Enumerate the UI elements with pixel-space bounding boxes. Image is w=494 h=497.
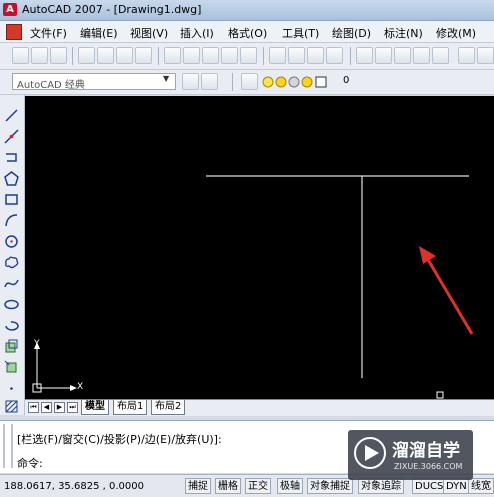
pan-icon[interactable] — [356, 47, 373, 64]
copy-icon[interactable] — [183, 47, 200, 64]
layer-properties-icon[interactable] — [241, 73, 258, 90]
coordinate-readout[interactable]: 188.0617, 35.6825 , 0.0000 — [4, 481, 144, 492]
workspace-toolbar: AutoCAD 经典 ▼ 0 — [0, 70, 494, 95]
status-grid-button[interactable]: 栅格 — [215, 478, 241, 494]
print-preview-icon[interactable] — [97, 47, 114, 64]
status-osnap-button[interactable]: 对象捕捉 — [307, 478, 353, 494]
properties-icon[interactable] — [432, 47, 449, 64]
chevron-down-icon[interactable]: ▼ — [163, 74, 169, 83]
title-bar: A AutoCAD 2007 - [Drawing1.dwg] — [0, 0, 494, 21]
cut-icon[interactable] — [164, 47, 181, 64]
paste-icon[interactable] — [202, 47, 219, 64]
block-editor-icon[interactable] — [240, 47, 257, 64]
revision-cloud-icon[interactable] — [3, 254, 20, 271]
watermark-brand: 溜溜自学 — [392, 441, 460, 461]
autocad-app-icon[interactable]: A — [3, 3, 17, 16]
redo-icon[interactable] — [307, 47, 324, 64]
line-icon[interactable] — [3, 107, 20, 124]
new-file-icon[interactable] — [12, 47, 29, 64]
watermark: 溜溜自学 ZIXUE.3066.COM — [348, 430, 473, 480]
my-workspace-icon[interactable] — [201, 73, 218, 90]
layer-state-icons[interactable] — [262, 75, 342, 89]
status-otrack-button[interactable]: 对象追踪 — [358, 478, 404, 494]
zoom-window-icon[interactable] — [394, 47, 411, 64]
workspace-settings-icon[interactable] — [182, 73, 199, 90]
circle-icon[interactable] — [3, 233, 20, 250]
menu-bar: 文件(F) 编辑(E) 视图(V) 插入(I) 格式(O) 工具(T) 绘图(D… — [0, 21, 494, 43]
design-center-icon[interactable] — [458, 47, 475, 64]
next-tab-icon[interactable]: ▶ — [54, 402, 65, 413]
layout-tab-bar: ⏮ ◀ ▶ ⏭ 模型 布局1 布局2 — [25, 399, 494, 416]
current-layer-name[interactable]: 0 — [343, 75, 349, 86]
drawing-canvas[interactable]: Y X — [25, 96, 494, 399]
open-file-icon[interactable] — [31, 47, 48, 64]
3d-dwf-icon[interactable] — [135, 47, 152, 64]
ucs-icon — [32, 342, 77, 393]
print-icon[interactable] — [78, 47, 95, 64]
menu-draw[interactable]: 绘图(D) — [332, 25, 371, 41]
menu-view[interactable]: 视图(V) — [130, 25, 168, 41]
menu-format[interactable]: 格式(O) — [228, 25, 267, 41]
construction-line-icon[interactable] — [3, 128, 20, 145]
redo-dropdown-icon[interactable] — [326, 47, 343, 64]
undo-icon[interactable] — [269, 47, 286, 64]
make-block-icon[interactable] — [3, 359, 20, 376]
ellipse-arc-icon[interactable] — [3, 317, 20, 334]
zoom-realtime-icon[interactable] — [375, 47, 392, 64]
workspace-select[interactable]: AutoCAD 经典 — [12, 73, 176, 91]
status-lineweight-button[interactable]: 线宽 — [468, 478, 494, 494]
annotation-arrow — [419, 246, 474, 335]
ucs-y-label: Y — [34, 339, 40, 349]
save-icon[interactable] — [50, 47, 67, 64]
window-title: AutoCAD 2007 - [Drawing1.dwg] — [22, 3, 202, 16]
tab-model[interactable]: 模型 — [81, 400, 109, 415]
arc-icon[interactable] — [3, 212, 20, 229]
watermark-url: ZIXUE.3066.COM — [394, 462, 463, 471]
command-window-grip[interactable] — [3, 424, 13, 468]
insert-block-icon[interactable] — [3, 338, 20, 355]
first-tab-icon[interactable]: ⏮ — [28, 402, 39, 413]
prev-tab-icon[interactable]: ◀ — [41, 402, 52, 413]
last-tab-icon[interactable]: ⏭ — [67, 402, 78, 413]
rectangle-icon[interactable] — [3, 191, 20, 208]
draw-toolbar — [0, 95, 25, 415]
zoom-previous-icon[interactable] — [413, 47, 430, 64]
match-properties-icon[interactable] — [221, 47, 238, 64]
tab-layout1[interactable]: 布局1 — [113, 400, 148, 415]
menu-modify[interactable]: 修改(M) — [436, 25, 476, 41]
status-snap-button[interactable]: 捕捉 — [185, 478, 211, 494]
menu-edit[interactable]: 编辑(E) — [80, 25, 118, 41]
publish-icon[interactable] — [116, 47, 133, 64]
hatch-icon[interactable] — [3, 398, 20, 415]
polyline-icon[interactable] — [3, 149, 20, 166]
undo-dropdown-icon[interactable] — [288, 47, 305, 64]
menu-insert[interactable]: 插入(I) — [180, 25, 214, 41]
status-ducs-button[interactable]: DUCS — [412, 478, 447, 494]
ucs-x-label: X — [77, 382, 84, 392]
tool-palettes-icon[interactable] — [477, 47, 494, 64]
point-icon[interactable] — [3, 380, 20, 397]
polygon-icon[interactable] — [3, 170, 20, 187]
document-menu-icon[interactable] — [6, 24, 22, 40]
status-dyn-button[interactable]: DYN — [443, 478, 470, 494]
spline-icon[interactable] — [3, 275, 20, 292]
menu-file[interactable]: 文件(F) — [30, 25, 67, 41]
command-prompt[interactable]: 命令: — [17, 455, 43, 471]
command-history-line: [栏选(F)/窗交(C)/投影(P)/边(E)/放弃(U)]: — [17, 433, 222, 446]
grip-marker — [436, 391, 444, 399]
ellipse-icon[interactable] — [3, 296, 20, 313]
tab-layout2[interactable]: 布局2 — [151, 400, 186, 415]
menu-dimension[interactable]: 标注(N) — [384, 25, 423, 41]
status-polar-button[interactable]: 极轴 — [277, 478, 303, 494]
standard-toolbar — [0, 43, 494, 70]
status-ortho-button[interactable]: 正交 — [245, 478, 271, 494]
menu-tools[interactable]: 工具(T) — [282, 25, 319, 41]
